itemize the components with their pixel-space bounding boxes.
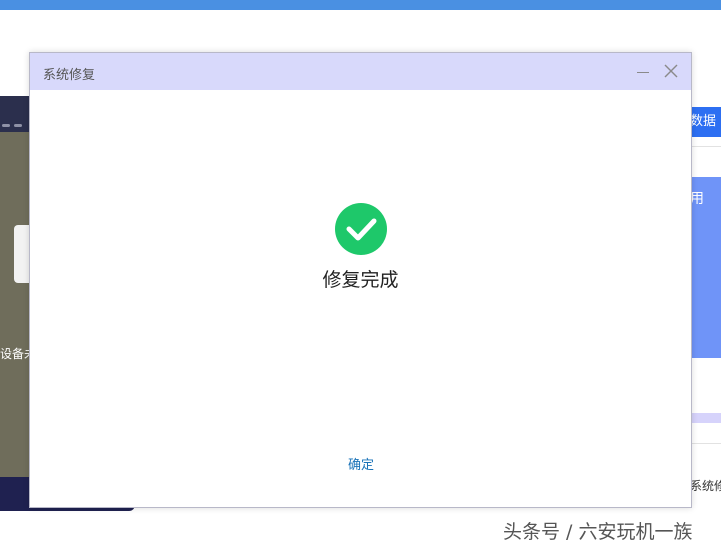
minimize-icon[interactable] [634, 64, 652, 80]
background-device-card [14, 225, 30, 283]
background-data-button: 数据 [690, 107, 721, 137]
repair-complete-message: 修复完成 [322, 269, 399, 291]
dialog-title: 系统修复 [43, 68, 96, 83]
background-divider [690, 146, 721, 147]
background-bottom-text: 系统修 [690, 479, 721, 493]
top-accent-bar [0, 0, 721, 10]
confirm-button[interactable]: 确定 [326, 455, 396, 477]
close-icon[interactable] [662, 62, 680, 80]
background-left-text: 设备未 [0, 347, 30, 361]
background-progress-strip [690, 413, 721, 423]
background-app-left-panel [0, 96, 30, 510]
background-window-controls [2, 112, 28, 127]
background-divider [690, 443, 721, 444]
watermark-text: 头条号 / 六安玩机一族 [503, 521, 693, 543]
system-repair-dialog: 系统修复 修复完成 确定 [29, 52, 692, 508]
background-panel-text: 用 [690, 191, 704, 207]
dialog-title-bar: 系统修复 [30, 53, 691, 90]
check-circle-icon [334, 202, 388, 256]
